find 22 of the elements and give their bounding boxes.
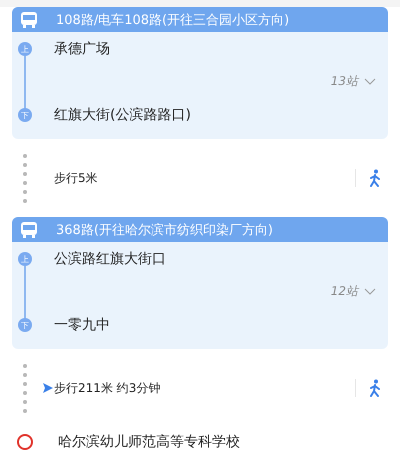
walking-icon[interactable]	[368, 379, 382, 397]
destination-name: 哈尔滨幼儿师范高等专科学校	[58, 433, 240, 451]
alight-badge: 下	[18, 108, 32, 122]
stop-count[interactable]: 13站	[330, 73, 358, 90]
chevron-down-icon[interactable]	[364, 288, 376, 295]
bus-icon	[20, 12, 38, 28]
walk-text: 步行5米	[54, 170, 99, 186]
walking-icon[interactable]	[368, 169, 382, 187]
board-stop: 承德广场	[53, 40, 111, 58]
alight-stop: 一零九中	[53, 316, 111, 334]
board-badge: 上	[18, 252, 32, 266]
route-title: 108路/电车108路(开往三合园小区方向)	[56, 12, 290, 28]
walk-text: 步行211米 约3分钟	[54, 380, 162, 396]
board-badge: 上	[18, 42, 32, 56]
bus-icon	[20, 222, 38, 238]
alight-stop: 红旗大街(公滨路路口)	[53, 106, 192, 124]
chevron-down-icon[interactable]	[364, 78, 376, 85]
stop-count[interactable]: 12站	[330, 283, 358, 300]
board-stop: 公滨路红旗大街口	[53, 250, 167, 268]
destination-marker-icon	[17, 434, 33, 450]
alight-badge: 下	[18, 318, 32, 332]
route-title: 368路(开往哈尔滨市纺织印染厂方向)	[56, 222, 273, 238]
